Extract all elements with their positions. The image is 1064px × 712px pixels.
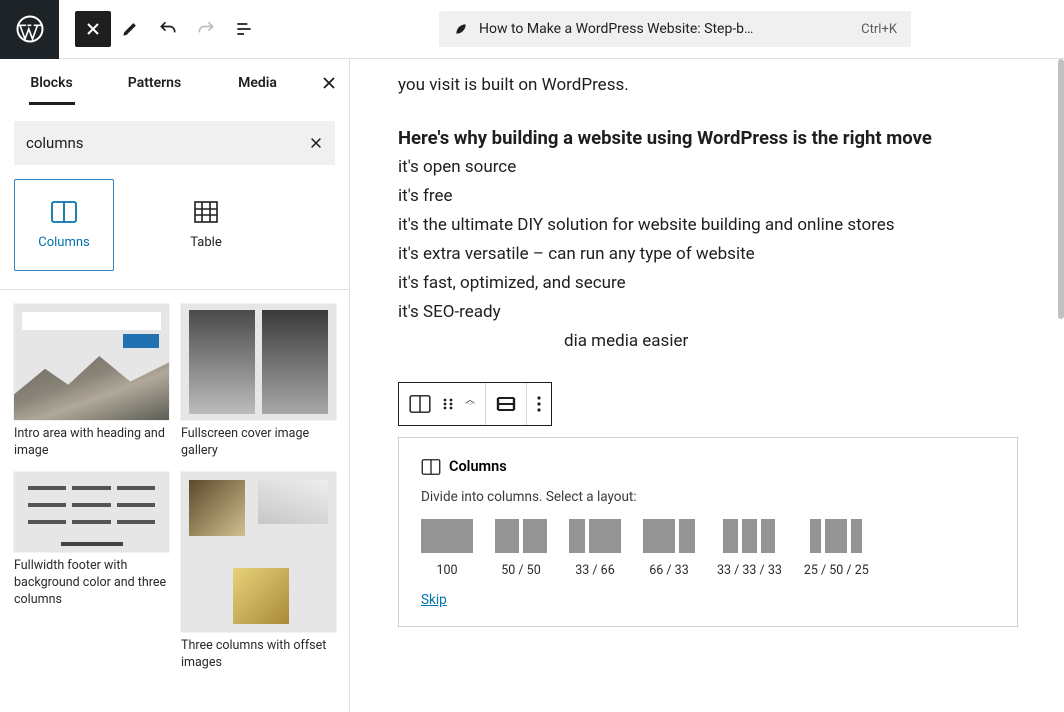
- columns-hint: Divide into columns. Select a layout:: [421, 489, 995, 505]
- skip-link[interactable]: Skip: [421, 592, 447, 608]
- layout-option[interactable]: 50 / 50: [495, 519, 547, 578]
- heading[interactable]: Here's why building a website using Word…: [398, 124, 1016, 154]
- editor-canvas[interactable]: you visit is built on WordPress. Here's …: [350, 59, 1064, 356]
- pattern-caption: Three columns with offset images: [181, 638, 336, 672]
- align-icon[interactable]: [496, 396, 516, 412]
- paragraph[interactable]: it's open source: [398, 153, 1016, 182]
- paragraph[interactable]: it's the ultimate DIY solution for websi…: [398, 211, 1016, 240]
- document-overview-icon[interactable]: [225, 10, 263, 48]
- paragraph[interactable]: it's SEO-ready: [398, 298, 1016, 327]
- layout-option[interactable]: 66 / 33: [643, 519, 695, 578]
- layout-label: 33 / 66: [575, 563, 614, 578]
- more-options-icon[interactable]: [537, 396, 541, 412]
- block-label: Columns: [38, 235, 90, 250]
- leaf-icon: [453, 21, 469, 37]
- layout-label: 66 / 33: [649, 563, 688, 578]
- block-search[interactable]: [14, 121, 335, 165]
- drag-handle-icon[interactable]: [441, 397, 455, 411]
- pattern-caption: Fullwidth footer with background color a…: [14, 558, 169, 609]
- layout-label: 50 / 50: [501, 563, 540, 578]
- layout-option[interactable]: 33 / 33 / 33: [717, 519, 782, 578]
- command-shortcut: Ctrl+K: [861, 22, 897, 37]
- block-inserter-panel: Blocks Patterns Media Columns Table: [0, 59, 350, 712]
- layout-option[interactable]: 33 / 66: [569, 519, 621, 578]
- paragraph[interactable]: you visit is built on WordPress.: [398, 71, 1016, 100]
- search-input[interactable]: [26, 134, 309, 152]
- wordpress-logo[interactable]: [0, 0, 59, 59]
- columns-placeholder: Columns Divide into columns. Select a la…: [398, 437, 1018, 627]
- columns-icon[interactable]: [409, 395, 431, 413]
- pattern-item[interactable]: Fullscreen cover image gallery: [181, 304, 336, 460]
- columns-icon: [51, 201, 77, 223]
- chevron-down-icon: ﹀: [465, 404, 475, 411]
- layout-option[interactable]: 25 / 50 / 25: [804, 519, 869, 578]
- pattern-results: Intro area with heading and image Fullsc…: [0, 289, 349, 672]
- pattern-item[interactable]: Fullwidth footer with background color a…: [14, 472, 169, 672]
- inserter-tabs: Blocks Patterns Media: [0, 59, 349, 107]
- columns-icon: [421, 459, 441, 475]
- document-title: How to Make a WordPress Website: Step-b…: [479, 21, 851, 37]
- block-option-columns[interactable]: Columns: [14, 179, 114, 271]
- tab-patterns[interactable]: Patterns: [103, 61, 206, 105]
- layout-option[interactable]: 100: [421, 519, 473, 578]
- table-icon: [194, 201, 218, 223]
- pattern-caption: Intro area with heading and image: [14, 426, 169, 460]
- pattern-caption: Fullscreen cover image gallery: [181, 426, 336, 460]
- pattern-item[interactable]: Three columns with offset images: [181, 472, 336, 672]
- top-toolbar: How to Make a WordPress Website: Step-b……: [0, 0, 1064, 59]
- document-title-bar[interactable]: How to Make a WordPress Website: Step-b……: [439, 11, 911, 47]
- edit-tool-icon[interactable]: [111, 10, 149, 48]
- paragraph[interactable]: dia media easier: [398, 327, 1016, 356]
- move-arrows[interactable]: ︿ ﹀: [465, 397, 475, 411]
- close-panel-icon[interactable]: [309, 75, 349, 91]
- block-toolbar: ︿ ﹀: [398, 382, 552, 426]
- layout-label: 100: [436, 563, 457, 578]
- paragraph[interactable]: it's fast, optimized, and secure: [398, 269, 1016, 298]
- undo-icon[interactable]: [149, 10, 187, 48]
- columns-title: Columns: [449, 458, 507, 475]
- redo-icon: [187, 10, 225, 48]
- paragraph[interactable]: it's extra versatile – can run any type …: [398, 240, 1016, 269]
- layout-label: 25 / 50 / 25: [804, 563, 869, 578]
- close-inserter-button[interactable]: [75, 11, 111, 47]
- clear-search-icon[interactable]: [309, 136, 323, 150]
- block-label: Table: [190, 235, 221, 250]
- tab-blocks[interactable]: Blocks: [0, 61, 103, 105]
- tab-media[interactable]: Media: [206, 61, 309, 105]
- layout-label: 33 / 33 / 33: [717, 563, 782, 578]
- paragraph[interactable]: it's free: [398, 182, 1016, 211]
- pattern-item[interactable]: Intro area with heading and image: [14, 304, 169, 460]
- block-option-table[interactable]: Table: [156, 179, 256, 271]
